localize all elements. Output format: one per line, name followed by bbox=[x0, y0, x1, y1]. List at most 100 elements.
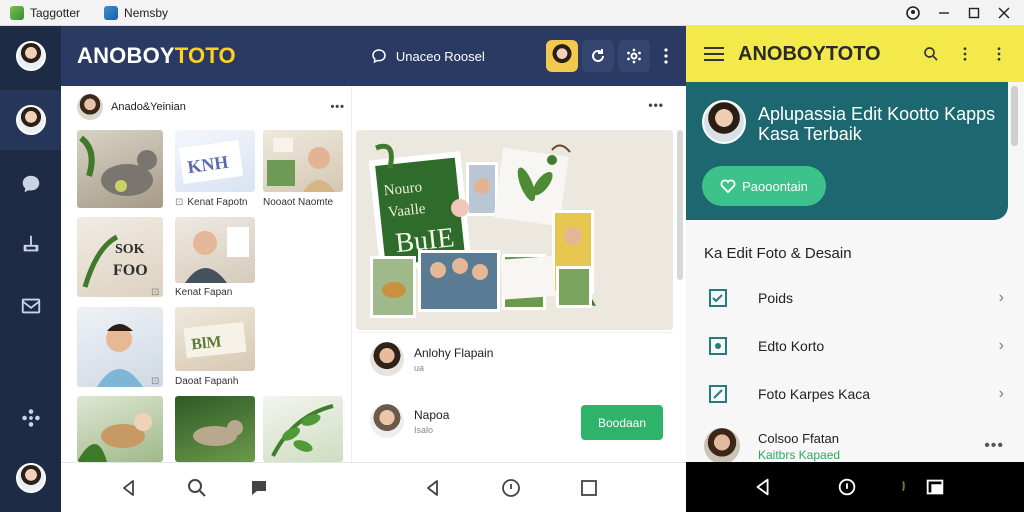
image-icon: ⊡ bbox=[151, 287, 160, 298]
header-avatar bbox=[550, 44, 574, 68]
portrait-photo bbox=[185, 227, 249, 283]
menu-row-label: Poids bbox=[758, 290, 794, 306]
search-icon[interactable] bbox=[922, 45, 940, 63]
section-title: Ka Edit Foto & Desain bbox=[704, 245, 852, 262]
close-icon[interactable] bbox=[998, 7, 1010, 19]
gallery-thumb[interactable] bbox=[263, 396, 343, 462]
more-vertical-icon bbox=[664, 48, 668, 64]
search-icon[interactable] bbox=[185, 476, 209, 500]
window-tab-taggotter[interactable]: Taggotter bbox=[10, 5, 81, 20]
checkbox-icon bbox=[709, 289, 727, 307]
image-edit-icon bbox=[709, 337, 727, 355]
child-photo bbox=[97, 324, 143, 387]
cat-photo bbox=[79, 135, 157, 196]
gallery-thumb[interactable]: BlM bbox=[175, 307, 255, 371]
cat-photo bbox=[77, 413, 152, 462]
back-icon[interactable] bbox=[421, 476, 445, 500]
chat-icon bbox=[22, 175, 39, 193]
recents-icon[interactable] bbox=[924, 476, 946, 498]
gallery-thumb[interactable] bbox=[175, 217, 255, 283]
right-brand[interactable]: ANOBOYTOTO bbox=[738, 43, 881, 66]
back-icon[interactable] bbox=[117, 476, 141, 500]
image-icon: ⊡ bbox=[175, 197, 184, 208]
gallery-thumb[interactable] bbox=[175, 396, 255, 462]
recents-icon[interactable] bbox=[577, 476, 601, 500]
right-panel: ANOBOYTOTO Aplupassia Edit Kootto Kapps … bbox=[686, 26, 1024, 512]
leaves-photo bbox=[271, 404, 334, 457]
menu-row-label: Edto Korto bbox=[758, 338, 825, 354]
gallery-thumb[interactable] bbox=[77, 130, 163, 208]
typography-photo: SOK FOO bbox=[82, 234, 148, 288]
rail-item-network[interactable] bbox=[0, 388, 61, 448]
minimize-icon[interactable] bbox=[938, 7, 950, 19]
menu-row-edto-korto[interactable]: Edto Korto › bbox=[704, 324, 1004, 368]
gallery-thumb[interactable] bbox=[263, 130, 343, 192]
share-icon bbox=[23, 235, 38, 252]
chevron-right-icon: › bbox=[998, 385, 1004, 402]
settings-button[interactable] bbox=[618, 40, 650, 72]
gallery-author: Anado&Yeinian bbox=[111, 101, 186, 113]
home-icon[interactable] bbox=[499, 476, 523, 500]
app-window: Taggotter Nemsby ANOBOYTOTO Unaceo Roose… bbox=[0, 0, 1024, 512]
feed-post[interactable]: Anlohy Flapain ua bbox=[370, 342, 493, 376]
back-icon[interactable] bbox=[752, 476, 774, 498]
rail-item-mail[interactable] bbox=[0, 276, 61, 336]
message-icon[interactable] bbox=[247, 476, 271, 500]
gallery-thumb[interactable] bbox=[77, 307, 163, 387]
window-controls bbox=[906, 5, 1010, 20]
author-avatar[interactable] bbox=[77, 94, 103, 120]
more-vertical-icon[interactable] bbox=[956, 45, 974, 63]
header-avatar-button[interactable] bbox=[546, 40, 578, 72]
hamburger-menu-icon[interactable] bbox=[704, 47, 724, 61]
heart-icon bbox=[720, 179, 736, 194]
profile-avatar bbox=[15, 41, 46, 71]
rail-item-share[interactable] bbox=[0, 214, 61, 274]
more-horizontal-icon[interactable]: ••• bbox=[330, 101, 345, 113]
image-icon: ⊡ bbox=[151, 376, 160, 387]
feed-scrollbar[interactable] bbox=[677, 130, 683, 280]
brand-logo[interactable]: ANOBOYTOTO bbox=[77, 43, 236, 69]
maximize-icon[interactable] bbox=[968, 7, 980, 19]
hero-title: Aplupassia Edit Kootto Kapps Kasa Terbai… bbox=[758, 104, 996, 144]
rail-item-profile-active[interactable] bbox=[0, 90, 61, 150]
brand-main: ANOBOY bbox=[77, 43, 175, 68]
rail-item-user[interactable] bbox=[0, 448, 61, 508]
post-avatar bbox=[370, 342, 404, 376]
window-tab-nemsby[interactable]: Nemsby bbox=[104, 5, 168, 20]
gallery-thumb[interactable] bbox=[77, 396, 163, 462]
thumb-caption: Daoat Fapanh bbox=[175, 376, 239, 387]
post-author: Anlohy Flapain bbox=[414, 345, 494, 360]
gallery-thumb[interactable]: SOK FOO bbox=[77, 217, 163, 297]
right-scrollbar[interactable] bbox=[1011, 86, 1018, 146]
thumb-caption: ⊡ bbox=[151, 376, 163, 387]
header-actions bbox=[542, 26, 686, 86]
refresh-button[interactable] bbox=[582, 40, 614, 72]
post-author: Napoa bbox=[414, 407, 450, 422]
feed-post[interactable]: Napoa Isalo bbox=[370, 404, 449, 438]
bottom-nav bbox=[61, 462, 686, 512]
hero-button[interactable]: Paooontain bbox=[702, 166, 826, 206]
moodboard-image[interactable]: Nouro Vaalle BuIE bbox=[356, 130, 673, 330]
account-icon[interactable] bbox=[906, 5, 920, 20]
header-search[interactable]: Unaceo Roosel bbox=[370, 47, 485, 65]
menu-row-poids[interactable]: Poids › bbox=[704, 276, 1004, 320]
green-app-icon bbox=[10, 5, 24, 20]
menu-row-foto-karpes[interactable]: Foto Karpes Kaca › bbox=[704, 372, 1004, 416]
cat-photo bbox=[193, 420, 243, 446]
rail-item-profile[interactable] bbox=[0, 26, 61, 86]
brand-accent: TOTO bbox=[174, 43, 236, 68]
more-horizontal-icon[interactable]: ••• bbox=[984, 437, 1004, 455]
rail-item-chat[interactable] bbox=[0, 154, 61, 214]
gallery-thumb[interactable]: KNH bbox=[175, 130, 255, 192]
left-rail bbox=[0, 26, 61, 512]
follow-button[interactable]: Boodaan bbox=[581, 405, 663, 440]
contact-row[interactable]: Colsoo Ffatan Kaitbrs Kapaed ••• bbox=[704, 426, 1004, 466]
more-vertical-icon[interactable] bbox=[990, 45, 1008, 63]
more-horizontal-icon[interactable]: ••• bbox=[648, 98, 664, 112]
thumb-caption: ⊡ bbox=[151, 287, 163, 298]
header-more-button[interactable] bbox=[650, 48, 682, 64]
home-icon[interactable] bbox=[836, 476, 858, 498]
window-tab-label: Taggotter bbox=[30, 5, 81, 20]
refresh-icon bbox=[592, 49, 604, 62]
contact-avatar bbox=[704, 428, 740, 464]
